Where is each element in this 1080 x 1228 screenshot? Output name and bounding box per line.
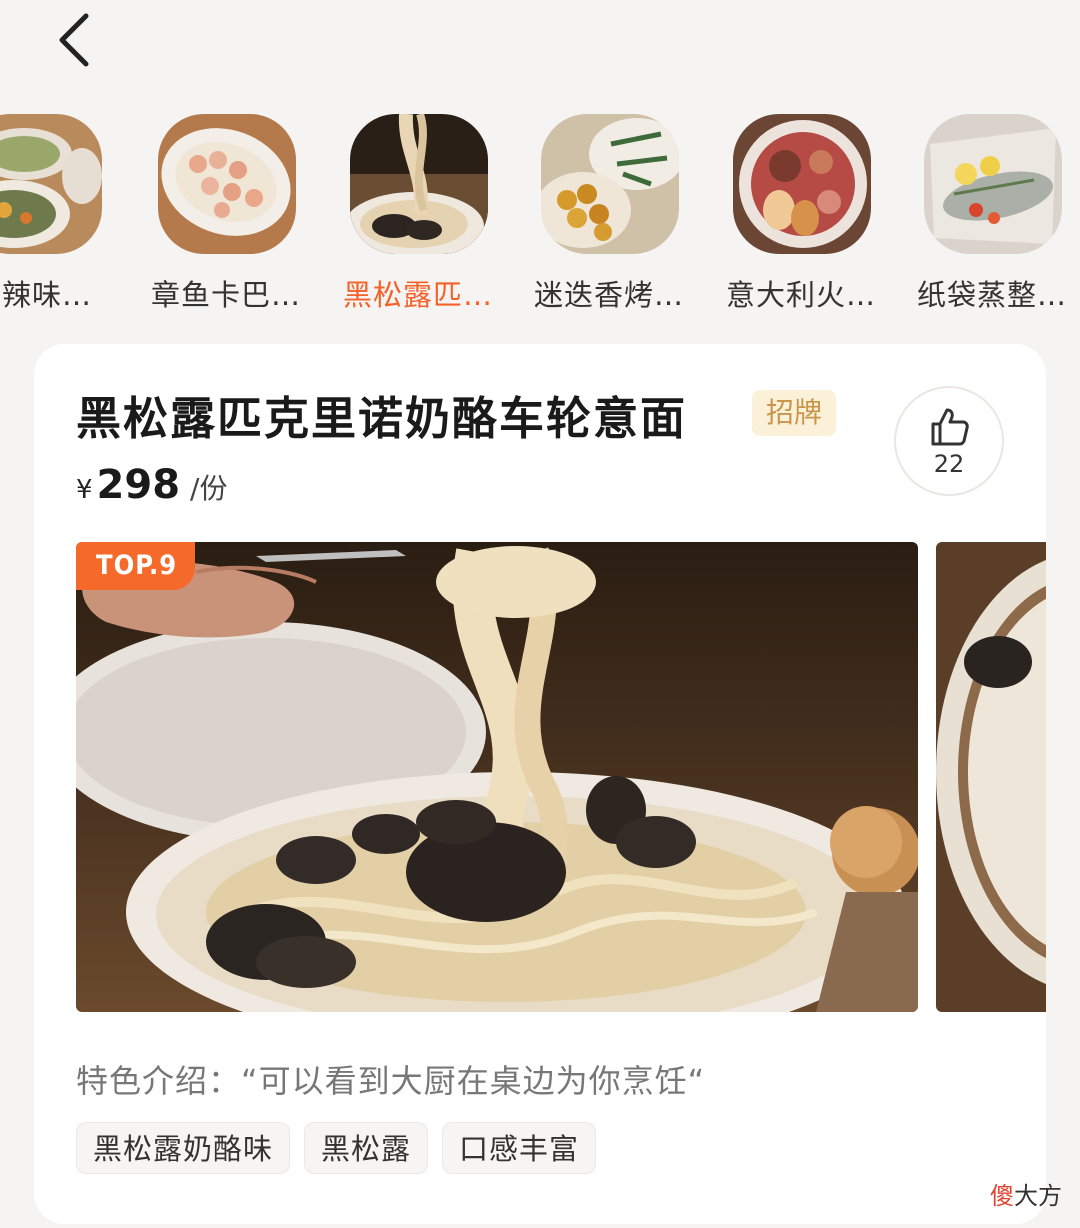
price-value: 298	[96, 462, 181, 508]
dish-item[interactable]: 意大利火…	[711, 110, 891, 312]
back-button[interactable]	[44, 10, 104, 70]
dish-strip: 利辣味… 章鱼卡巴…	[0, 110, 1080, 320]
dish-title: 黑松露匹克里诺奶酪车轮意面	[76, 392, 688, 445]
dish-name: 迷迭香烤…	[533, 278, 684, 312]
dish-thumbnail	[158, 114, 296, 254]
price-unit: /份	[190, 472, 228, 505]
dish-name: 章鱼卡巴…	[150, 278, 301, 312]
price-row: ¥ 298 /份	[76, 462, 227, 508]
dish-item[interactable]: 纸袋蒸整…	[902, 110, 1080, 312]
tag-chip[interactable]: 黑松露奶酪味	[76, 1122, 291, 1174]
dish-item[interactable]: 利辣味…	[0, 110, 122, 312]
tag-chip[interactable]: 口感丰富	[442, 1122, 597, 1174]
dish-intro: 特色介绍：“可以看到大厨在桌边为你烹饪“	[76, 1062, 706, 1100]
dish-name: 意大利火…	[725, 278, 876, 312]
dish-thumbnail	[541, 114, 679, 254]
dish-thumbnail	[0, 114, 102, 254]
tag-chip[interactable]: 黑松露	[304, 1122, 429, 1174]
dish-item[interactable]: 迷迭香烤…	[519, 110, 699, 312]
dish-name: 纸袋蒸整…	[916, 278, 1067, 312]
dish-thumbnail	[733, 114, 871, 254]
watermark-text: 大方	[1014, 1182, 1062, 1210]
dish-name: 利辣味…	[0, 278, 92, 312]
currency-symbol: ¥	[76, 475, 93, 505]
signature-badge: 招牌	[752, 390, 837, 436]
chevron-left-icon	[59, 13, 89, 67]
tag-list: 黑松露奶酪味 黑松露 口感丰富	[76, 1122, 597, 1174]
next-dish-photo[interactable]	[936, 542, 1046, 1012]
dish-thumbnail	[924, 114, 1062, 254]
like-button[interactable]: 22	[894, 386, 1004, 496]
thumbs-up-icon	[931, 408, 969, 446]
dish-name: 黑松露匹…	[342, 278, 493, 312]
dish-item[interactable]: 黑松露匹…	[328, 110, 508, 312]
dish-photo[interactable]: TOP.9	[76, 542, 918, 1012]
rank-badge: TOP.9	[76, 542, 196, 590]
dish-item[interactable]: 章鱼卡巴…	[136, 110, 316, 312]
watermark: 傻大方	[990, 1176, 1062, 1211]
dish-thumbnail	[350, 114, 488, 254]
watermark-accent: 傻	[990, 1182, 1014, 1210]
like-count: 22	[933, 450, 965, 478]
dish-detail-card: 黑松露匹克里诺奶酪车轮意面 招牌 ¥ 298 /份 22 TOP.9 特色介绍：…	[34, 344, 1046, 1224]
